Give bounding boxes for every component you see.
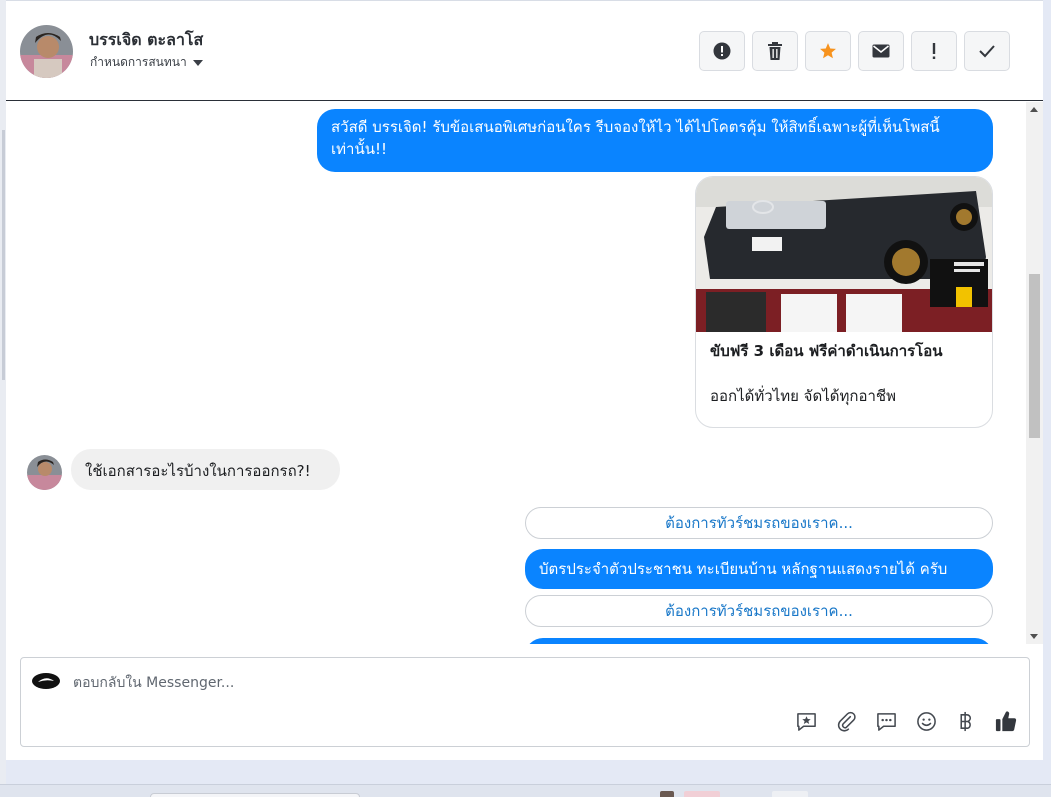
scroll-down-arrow-icon[interactable] [1030, 634, 1038, 639]
envelope-icon [872, 44, 890, 58]
saved-reply-icon [796, 712, 816, 731]
saved-reply-button[interactable] [795, 710, 817, 732]
promo-card[interactable]: ขับฟรี 3 เดือน ฟรีค่าดำเนินการโอน ออกได้… [695, 176, 993, 428]
message-thread[interactable]: สวัสดี บรรเจิด! รับข้อเสนอพิเศษก่อนใคร ร… [6, 102, 1043, 644]
scroll-up-arrow-icon[interactable] [1030, 107, 1038, 112]
assign-label: กำหนดการสนทนา [90, 55, 187, 69]
trash-icon [768, 42, 782, 60]
spam-button[interactable] [911, 31, 957, 71]
incoming-message: ใช้เอกสารอะไรบ้างในการออกรถ?! [71, 449, 340, 490]
page-logo-icon [32, 673, 60, 689]
conversation-toolbar [699, 31, 1010, 71]
star-icon [820, 43, 836, 59]
card-title: ขับฟรี 3 เดือน ฟรีค่าดำเนินการโอน [710, 342, 943, 360]
like-button[interactable] [995, 710, 1017, 732]
conversation-panel: บรรเจิด ตะลาโส กำหนดการสนทนา สวัสดี บรรเ… [6, 0, 1043, 760]
outgoing-message-partial [525, 638, 993, 644]
card-subtitle: ออกได้ทั่วไทย จัดได้ทุกอาชีพ [710, 387, 896, 405]
scroll-thumb[interactable] [1029, 274, 1040, 438]
composer-tools [795, 710, 1017, 732]
quick-reply-button[interactable]: ต้องการทัวร์ชมรถของเราค... [525, 595, 993, 627]
reply-input[interactable] [73, 672, 773, 694]
chat-button[interactable] [875, 710, 897, 732]
payment-button[interactable] [955, 710, 977, 732]
avatar[interactable] [20, 25, 73, 78]
promo-car-image [696, 177, 992, 332]
assign-conversation-dropdown[interactable]: กำหนดการสนทนา [90, 53, 203, 72]
outgoing-message: บัตรประจำตัวประชาชน ทะเบียนบ้าน หลักฐานแ… [525, 549, 993, 589]
conversation-header: บรรเจิด ตะลาโส กำหนดการสนทนา [6, 1, 1043, 101]
report-button[interactable] [699, 31, 745, 71]
sender-photo [27, 455, 62, 490]
taskbar-app-icon[interactable] [772, 791, 808, 797]
mark-unread-button[interactable] [858, 31, 904, 71]
like-icon [995, 711, 1017, 732]
delete-button[interactable] [752, 31, 798, 71]
done-button[interactable] [964, 31, 1010, 71]
star-button[interactable] [805, 31, 851, 71]
thread-scrollbar[interactable] [1026, 102, 1043, 644]
emoji-icon [916, 711, 936, 731]
caret-down-icon [192, 59, 203, 66]
quick-reply-button[interactable]: ต้องการทัวร์ชมรถของเราค... [525, 507, 993, 539]
baht-icon [960, 711, 971, 731]
contact-photo [20, 25, 73, 78]
sender-avatar [27, 455, 62, 490]
taskbar-search[interactable] [150, 793, 360, 797]
reply-composer [20, 657, 1030, 747]
check-icon [979, 45, 995, 58]
attachment-icon [837, 711, 856, 732]
exclamation-icon [932, 43, 936, 59]
alert-circle-icon [713, 42, 731, 60]
contact-name: บรรเจิด ตะลาโส [89, 30, 204, 49]
outgoing-message: สวัสดี บรรเจิด! รับข้อเสนอพิเศษก่อนใคร ร… [317, 109, 993, 172]
attach-file-button[interactable] [835, 710, 857, 732]
os-taskbar [0, 784, 1051, 797]
emoji-button[interactable] [915, 710, 937, 732]
taskbar-app-icon[interactable] [660, 791, 674, 797]
chat-bubble-icon [876, 712, 896, 731]
taskbar-app-icon[interactable] [684, 791, 720, 797]
